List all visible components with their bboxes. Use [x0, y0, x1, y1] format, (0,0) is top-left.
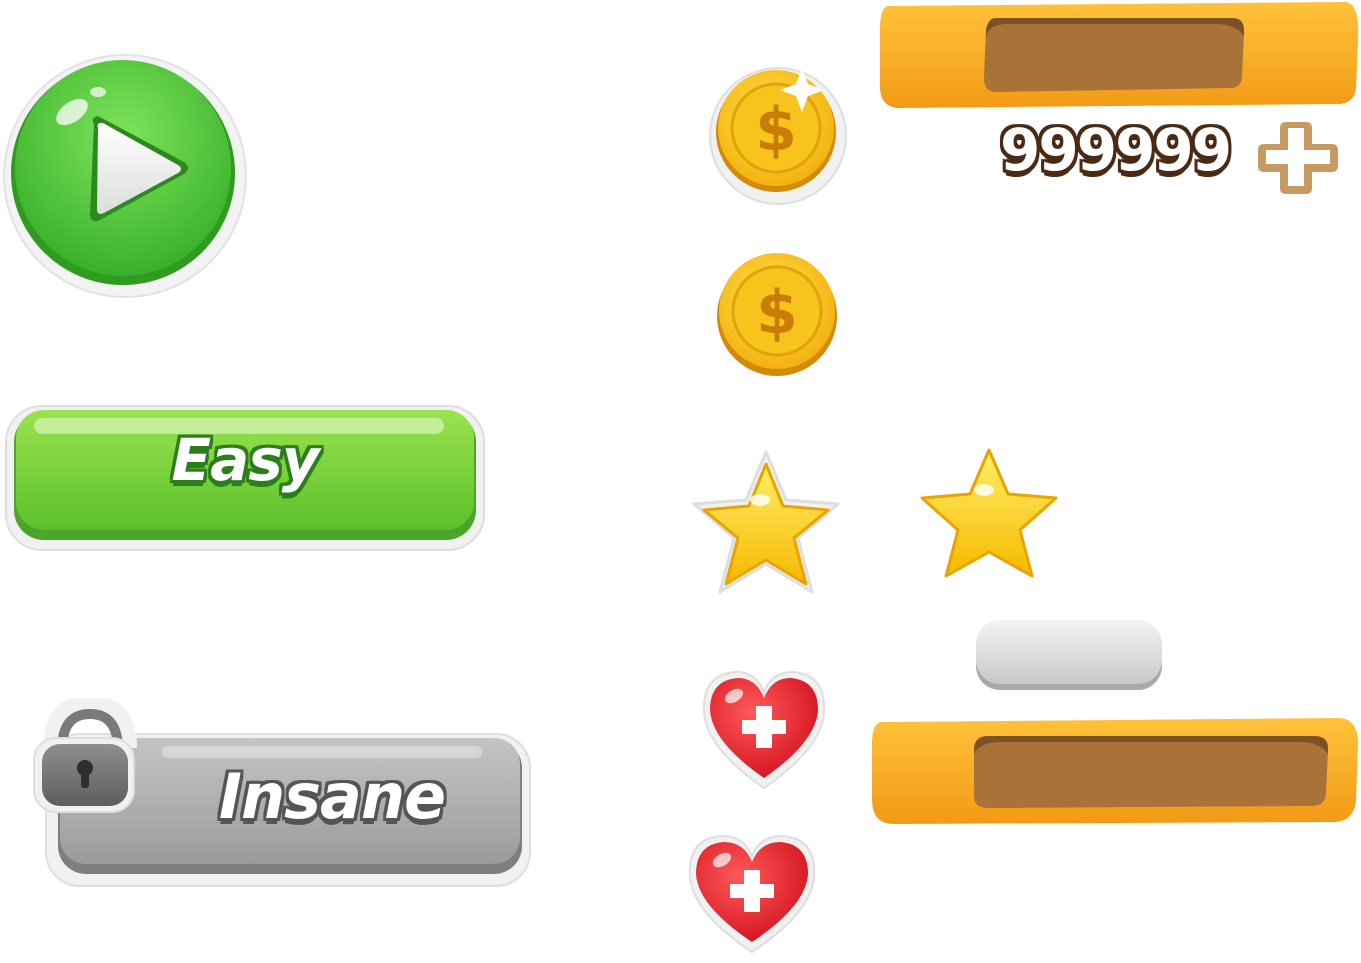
- easy-label: Easy: [171, 426, 319, 494]
- lock-icon: [33, 698, 137, 813]
- play-button[interactable]: [2, 52, 248, 298]
- easy-button[interactable]: Easy: [4, 402, 486, 552]
- svg-text:$: $: [755, 95, 797, 165]
- insane-label: Insane: [218, 760, 446, 833]
- currency-bar: [880, 2, 1359, 108]
- coin-icon: $: [717, 253, 837, 376]
- star-icon: [692, 450, 840, 594]
- insane-button[interactable]: Insane: [32, 698, 532, 888]
- star-icon: [920, 448, 1058, 578]
- heart-plus-icon: [702, 670, 826, 790]
- plus-icon: [1258, 122, 1338, 194]
- coin-counter: 999999: [1000, 116, 1232, 184]
- heart-plus-icon: [688, 834, 816, 954]
- slider-handle[interactable]: [972, 616, 1166, 694]
- svg-text:$: $: [756, 278, 798, 348]
- coin-icon: $: [709, 67, 847, 205]
- add-coins-button[interactable]: [1256, 120, 1340, 196]
- progress-bar: [872, 718, 1358, 824]
